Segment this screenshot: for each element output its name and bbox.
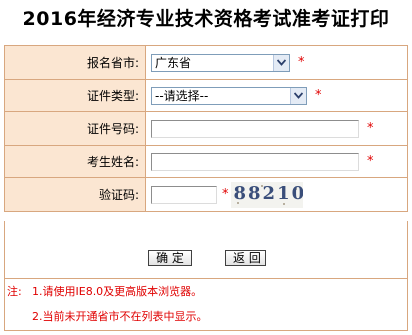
notes-box: 注: 1.请使用IE8.0及更高版本浏览器。 2.当前未开通省市不在列表中显示。	[4, 278, 408, 331]
form-row-captcha: 验证码: * 88210	[4, 177, 408, 212]
province-required-mark: *	[298, 55, 305, 70]
name-field-cell: *	[145, 145, 408, 178]
province-select[interactable]: 广东省	[151, 53, 290, 72]
name-input[interactable]	[151, 152, 359, 171]
captcha-field-cell: * 88210	[145, 177, 408, 212]
province-field-cell: 广东省 *	[145, 45, 408, 80]
form-row-id-type: 证件类型: --请选择-- *	[4, 79, 408, 112]
id-number-input[interactable]	[151, 119, 359, 138]
notes-prefix: 注:	[7, 285, 22, 298]
print-form: 报名省市: 广东省 * 证件类型: --请选择-- * 证件号码: * 考生姓名…	[4, 45, 408, 212]
captcha-label: 验证码:	[4, 177, 146, 212]
note-line: 1.请使用IE8.0及更高版本浏览器。	[32, 285, 203, 298]
form-row-name: 考生姓名: *	[4, 145, 408, 178]
captcha-required-mark: *	[222, 187, 229, 202]
name-label: 考生姓名:	[4, 145, 146, 178]
id-type-required-mark: *	[315, 88, 322, 103]
province-label: 报名省市:	[4, 45, 146, 80]
confirm-button[interactable]: 确 定	[148, 250, 192, 266]
id-number-label: 证件号码:	[4, 111, 146, 146]
id-type-label: 证件类型:	[4, 79, 146, 112]
id-number-required-mark: *	[367, 121, 374, 136]
id-number-field-cell: *	[145, 111, 408, 146]
id-type-select[interactable]: --请选择--	[151, 86, 307, 105]
form-row-province: 报名省市: 广东省 *	[4, 45, 408, 80]
captcha-image[interactable]: 88210	[230, 181, 303, 208]
chevron-down-icon[interactable]	[273, 54, 289, 71]
captcha-input[interactable]	[151, 185, 217, 204]
chevron-down-icon[interactable]	[290, 87, 306, 104]
name-required-mark: *	[367, 154, 374, 169]
button-row: 确 定 返 回	[4, 221, 408, 278]
id-type-select-value: --请选择--	[155, 88, 209, 103]
back-button[interactable]: 返 回	[225, 250, 266, 266]
province-select-value: 广东省	[155, 55, 192, 70]
id-type-field-cell: --请选择-- *	[145, 79, 408, 112]
form-row-id-number: 证件号码: *	[4, 111, 408, 146]
page-title: 2016年经济专业技术资格考试准考证打印	[22, 8, 390, 30]
captcha-text: 88210	[233, 182, 303, 204]
note-line: 2.当前未开通省市不在列表中显示。	[32, 310, 208, 323]
